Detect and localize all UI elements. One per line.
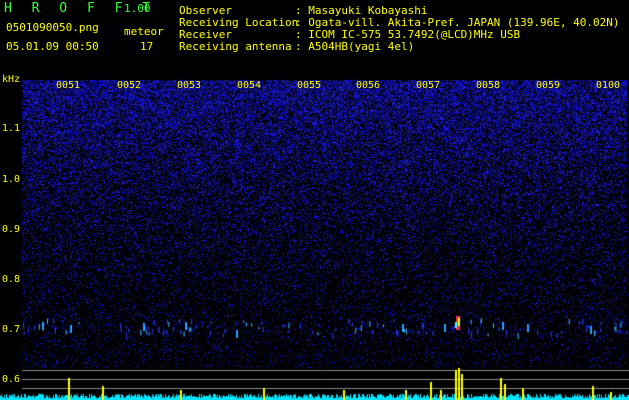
info-value: : A504HB(yagi 4el) [295,40,415,53]
time-label: 0056 [356,80,381,91]
axis-unit-label: kHz [2,74,21,85]
time-label: 0054 [237,80,262,91]
time-label: 0051 [56,80,81,91]
time-label: 0059 [536,80,561,91]
time-label: 0057 [416,80,441,91]
datetime-label: 05.01.09 00:50 [6,40,99,53]
freq-label: 0.7 [2,324,21,335]
freq-label: 1.0 [2,174,21,185]
spectrogram-canvas [0,0,629,400]
time-label: 0052 [117,80,142,91]
meteor-label: meteor [124,25,164,38]
meteor-count: 17 [140,40,154,53]
freq-label: 0.6 [2,374,21,385]
time-label: 0058 [476,80,501,91]
time-label: 0053 [177,80,202,91]
app-version: 1.00 [124,2,151,15]
freq-label: 0.8 [2,274,21,285]
freq-label: 0.9 [2,224,21,235]
freq-label: 1.1 [2,123,21,134]
filename-label: 0501090050.png [6,21,99,34]
info-key: Receiving antenna [179,40,292,53]
time-label: 0100 [596,80,621,91]
time-label: 0055 [297,80,322,91]
info-antenna: Receiving antenna: A504HB(yagi 4el) [179,40,414,53]
